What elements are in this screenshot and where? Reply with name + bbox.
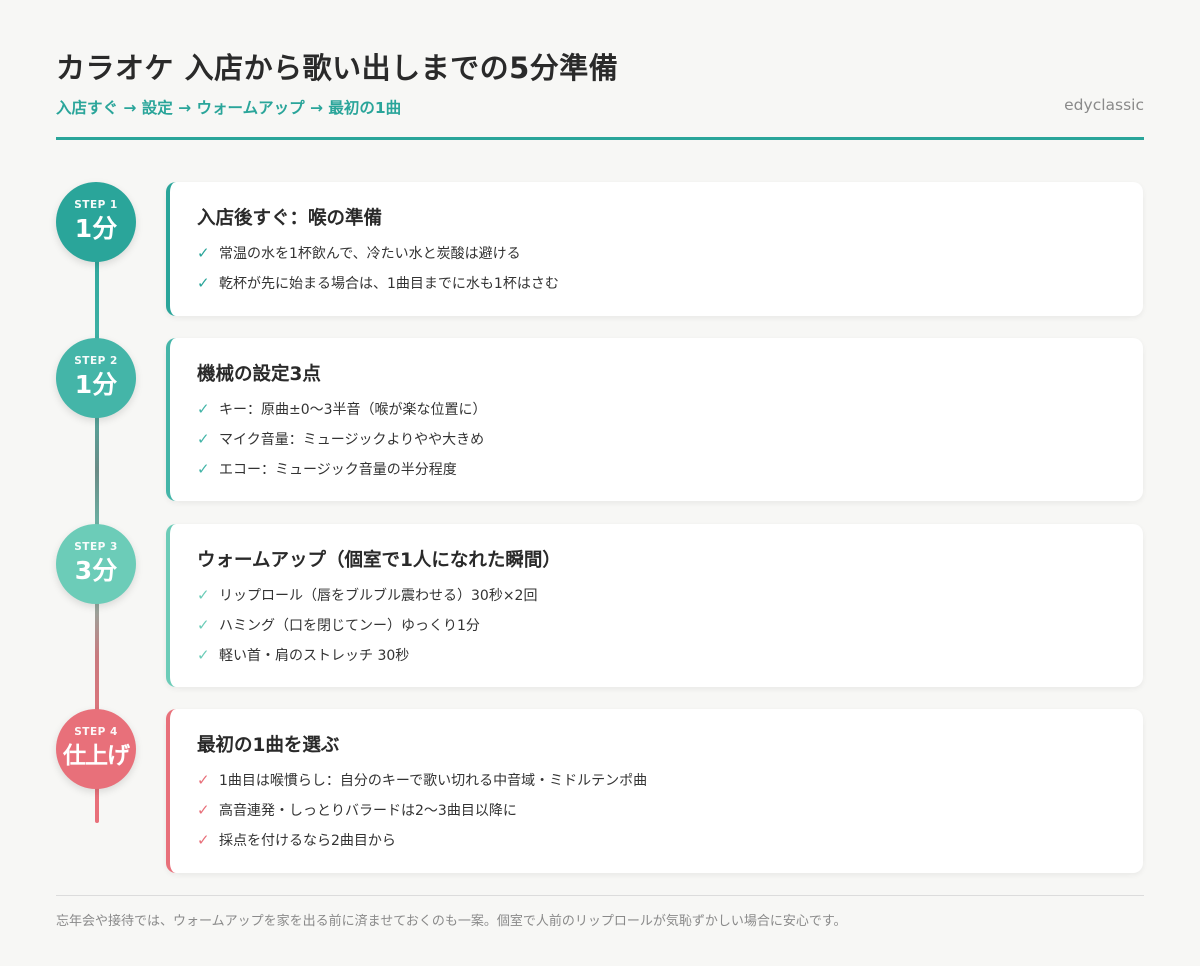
step-2-title: 機械の設定3点 [197,364,321,385]
checklist-item: ✓ リップロール（唇をブルブル震わせる）30秒×2回 [197,584,537,614]
checklist-item: ✓ キー：原曲±0〜3半音（喉が楽な位置に） [197,398,487,428]
step-1-checklist: ✓ 常温の水を1杯飲んで、冷たい水と炭酸は避ける ✓ 乾杯が先に始まる場合は、1曲目… [197,242,559,302]
step-1-badge: STEP 1 1分 [56,182,136,262]
checklist-item-text: 採点を付けるなら2曲目から [219,833,396,849]
checklist-item-text: 常温の水を1杯飲んで、冷たい水と炭酸は避ける [219,246,521,262]
step-1-title: 入店後すぐ：喉の準備 [197,208,383,229]
checklist-item: ✓ 乾杯が先に始まる場合は、1曲目までに水も1杯はさむ [197,272,559,302]
checklist-item-text: 高音連発・しっとりバラードは2〜3曲目以降に [219,803,517,819]
checklist-item: ✓ 1曲目は喉慣らし：自分のキーで歌い切れる中音域・ミドルテンポ曲 [197,769,647,799]
checklist-item: ✓ 採点を付けるなら2曲目から [197,829,647,859]
step-1-label: STEP 1 [74,199,118,211]
checklist-item-text: マイク音量：ミュージックよりやや大きめ [219,432,485,448]
step-4-title: 最初の1曲を選ぶ [197,735,340,756]
step-2-badge: STEP 2 1分 [56,338,136,418]
checklist-item-text: 軽い首・肩のストレッチ 30秒 [219,648,410,664]
check-icon: ✓ [197,771,210,789]
footer-divider [56,895,1144,896]
footer-note: 忘年会や接待では、ウォームアップを家を出る前に済ませておくのも一案。個室で人前の… [56,914,847,929]
step-2-checklist: ✓ キー：原曲±0〜3半音（喉が楽な位置に） ✓ マイク音量：ミュージックよりやや大… [197,398,487,488]
check-icon: ✓ [197,616,210,634]
checklist-item: ✓ 高音連発・しっとりバラードは2〜3曲目以降に [197,799,647,829]
step-4-badge: STEP 4 仕上げ [56,709,136,789]
checklist-item-text: 1曲目は喉慣らし：自分のキーで歌い切れる中音域・ミドルテンポ曲 [219,773,648,789]
step-4-card: 最初の1曲を選ぶ ✓ 1曲目は喉慣らし：自分のキーで歌い切れる中音域・ミドルテンポ… [166,709,1143,873]
step-2-time: 1分 [74,370,118,399]
checklist-item-text: キー：原曲±0〜3半音（喉が楽な位置に） [219,402,487,418]
step-2-card: 機械の設定3点 ✓ キー：原曲±0〜3半音（喉が楽な位置に） ✓ マイク音量：ミュー… [166,338,1143,501]
step-3-checklist: ✓ リップロール（唇をブルブル震わせる）30秒×2回 ✓ ハミング（口を閉じてンー）… [197,584,537,674]
step-4-checklist: ✓ 1曲目は喉慣らし：自分のキーで歌い切れる中音域・ミドルテンポ曲 ✓ 高音連発・し… [197,769,647,859]
step-3-label: STEP 3 [74,541,118,553]
checklist-item-text: リップロール（唇をブルブル震わせる）30秒×2回 [219,588,538,604]
check-icon: ✓ [197,646,210,664]
check-icon: ✓ [197,430,210,448]
step-3-time: 3分 [74,556,118,585]
check-icon: ✓ [197,586,210,604]
checklist-item-text: ハミング（口を閉じてンー）ゆっくり1分 [219,618,480,634]
check-icon: ✓ [197,400,210,418]
brand-name: edyclassic [1064,96,1144,114]
check-icon: ✓ [197,274,210,292]
step-1-card: 入店後すぐ：喉の準備 ✓ 常温の水を1杯飲んで、冷たい水と炭酸は避ける ✓ 乾杯が先… [166,182,1143,316]
check-icon: ✓ [197,831,210,849]
step-1-time: 1分 [74,214,118,243]
checklist-item: ✓ マイク音量：ミュージックよりやや大きめ [197,428,487,458]
page-subtitle: 入店すぐ → 設定 → ウォームアップ → 最初の1曲 [56,99,402,117]
page-title: カラオケ 入店から歌い出しまでの5分準備 [56,51,619,85]
header: カラオケ 入店から歌い出しまでの5分準備 入店すぐ → 設定 → ウォームアップ… [56,46,1144,122]
subtitle-row: 入店すぐ → 設定 → ウォームアップ → 最初の1曲 edyclassic [56,92,1144,122]
step-3-card: ウォームアップ（個室で1人になれた瞬間） ✓ リップロール（唇をブルブル震わせる）… [166,524,1143,687]
check-icon: ✓ [197,801,210,819]
header-divider [56,137,1144,140]
check-icon: ✓ [197,460,210,478]
checklist-item: ✓ エコー：ミュージック音量の半分程度 [197,458,487,488]
checklist-item-text: エコー：ミュージック音量の半分程度 [219,462,457,478]
checklist-item-text: 乾杯が先に始まる場合は、1曲目までに水も1杯はさむ [219,276,559,292]
step-2-label: STEP 2 [74,355,118,367]
checklist-item: ✓ 常温の水を1杯飲んで、冷たい水と炭酸は避ける [197,242,559,272]
step-4-label: STEP 4 [74,726,118,738]
page: カラオケ 入店から歌い出しまでの5分準備 入店すぐ → 設定 → ウォームアップ… [0,0,1200,966]
step-3-title: ウォームアップ（個室で1人になれた瞬間） [197,550,561,571]
step-3-badge: STEP 3 3分 [56,524,136,604]
check-icon: ✓ [197,244,210,262]
checklist-item: ✓ 軽い首・肩のストレッチ 30秒 [197,644,537,674]
checklist-item: ✓ ハミング（口を閉じてンー）ゆっくり1分 [197,614,537,644]
step-4-time: 仕上げ [63,743,130,769]
